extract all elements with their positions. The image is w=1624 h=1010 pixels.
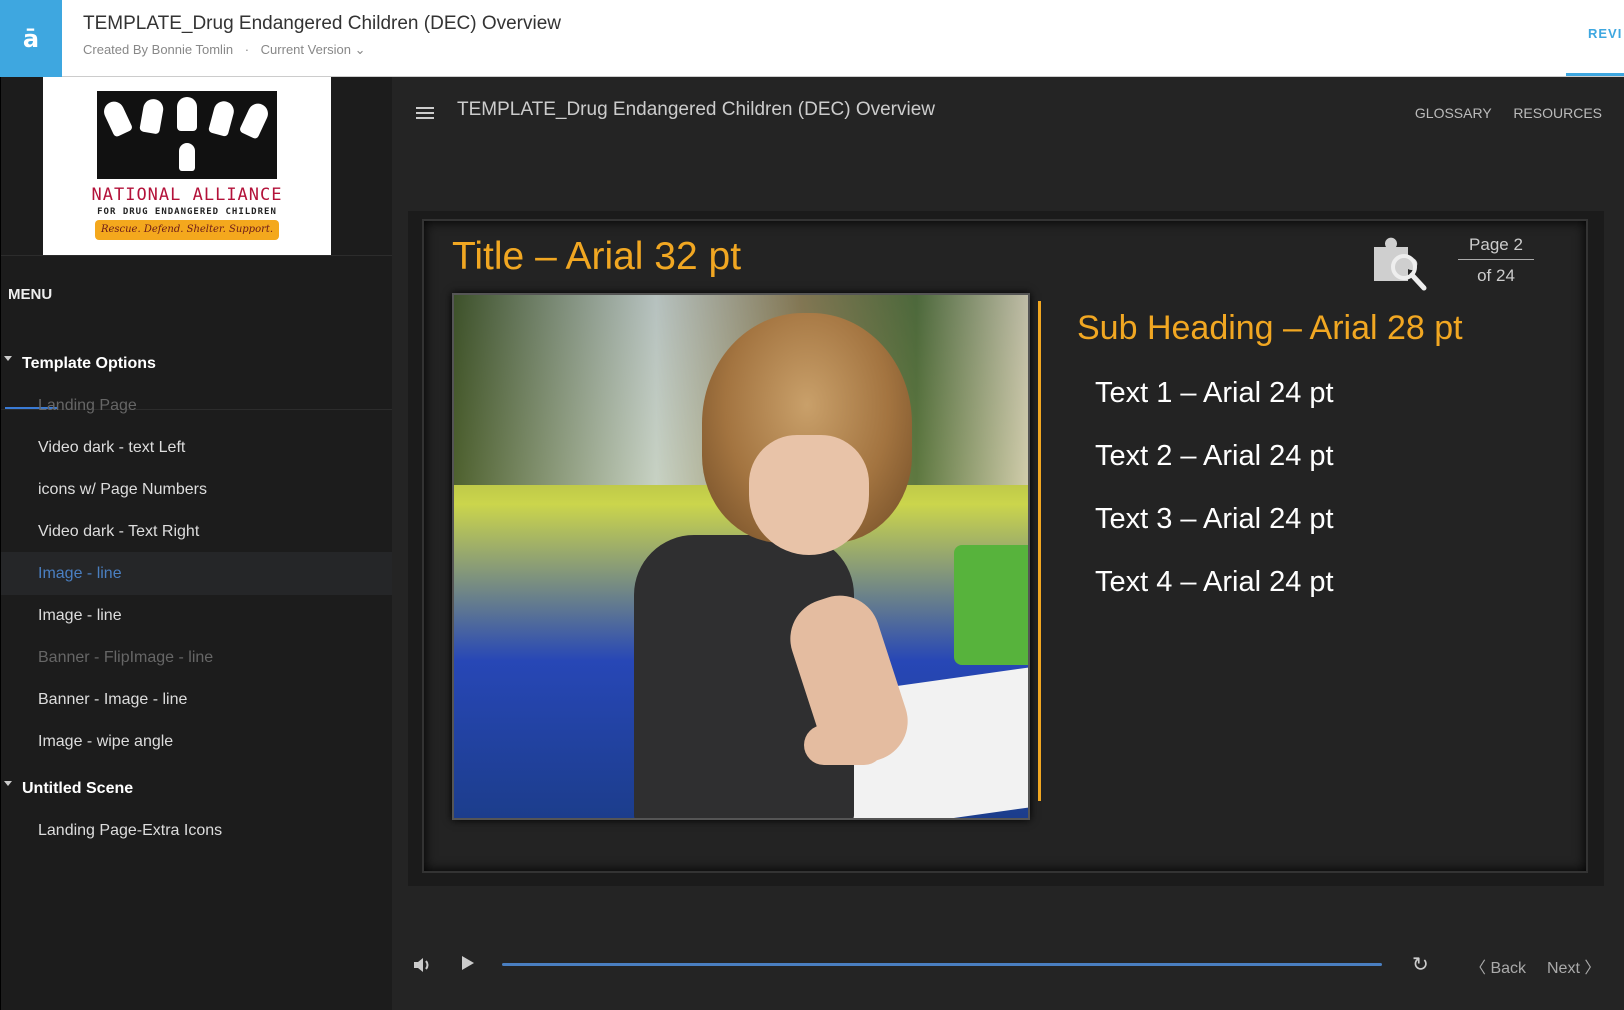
review-topbar: ā TEMPLATE_Drug Endangered Children (DEC… — [0, 0, 1624, 77]
menu-item-label: Landing Page-Extra Icons — [38, 821, 223, 839]
hand-shape — [100, 98, 134, 138]
divider — [1458, 259, 1534, 260]
resources-link[interactable]: RESOURCES — [1513, 105, 1602, 121]
review-tab[interactable]: REVI — [1588, 26, 1624, 41]
play-icon[interactable] — [462, 956, 474, 970]
menu-item[interactable]: Banner - Image - line — [1, 678, 393, 721]
text-line: Text 4 – Arial 24 pt — [1095, 566, 1334, 598]
menu-item-label: Image - line — [38, 606, 122, 624]
text-line: Text 2 – Arial 24 pt — [1095, 440, 1334, 472]
menu-item-label: Image - line — [38, 564, 122, 582]
glossary-link[interactable]: GLOSSARY — [1415, 105, 1492, 121]
menu-item-label: Untitled Scene — [22, 779, 134, 797]
project-title: TEMPLATE_Drug Endangered Children (DEC) … — [83, 13, 561, 34]
menu-item-label: icons w/ Page Numbers — [38, 480, 207, 498]
player-area: TEMPLATE_Drug Endangered Children (DEC) … — [392, 77, 1624, 1010]
text-line: Text 1 – Arial 24 pt — [1095, 377, 1334, 409]
child-hand-shape — [179, 143, 195, 171]
page-current: Page 2 — [1469, 235, 1523, 254]
menu-item-label: Video dark - text Left — [38, 438, 186, 456]
hands-logo-graphic — [97, 91, 277, 179]
page-counter: Page 2 of 24 — [1458, 235, 1534, 286]
meta-separator: · — [244, 42, 250, 57]
next-button[interactable]: Next 〉 — [1547, 954, 1600, 978]
replay-icon[interactable]: ↻ — [1412, 952, 1429, 976]
brand-tagline: Rescue. Defend. Shelter. Support. — [95, 220, 279, 240]
menu-item[interactable]: Landing Page — [1, 384, 393, 427]
accent-divider-line — [1038, 301, 1041, 801]
slide: Title – Arial 32 pt Page 2 of 24 Sub Hea… — [422, 219, 1588, 873]
menu-item-label: Landing Page — [38, 396, 137, 414]
menu-item[interactable]: Image - wipe angle — [1, 720, 393, 763]
brand-subtitle: FOR DRUG ENDANGERED CHILDREN — [97, 207, 277, 217]
photo-child-hand — [804, 725, 884, 765]
photo-child-face — [749, 435, 869, 555]
player-nav: GLOSSARY RESOURCES — [1397, 105, 1602, 121]
menu-item-active[interactable]: Image - line — [1, 552, 393, 595]
menu-item[interactable]: Image - line — [1, 594, 393, 637]
text-line: Text 3 – Arial 24 pt — [1095, 503, 1334, 535]
menu-item[interactable]: Banner - FlipImage - line — [1, 636, 393, 679]
puzzle-search-icon[interactable] — [1368, 231, 1430, 293]
menu-tab[interactable]: MENU — [8, 286, 52, 303]
caret-down-icon — [4, 356, 12, 361]
menu-item-label: Image - wipe angle — [38, 732, 174, 750]
menu-item[interactable]: Video dark - text Left — [1, 426, 393, 469]
menu-section-untitled-scene[interactable]: Untitled Scene — [1, 767, 393, 810]
hand-shape — [139, 97, 165, 135]
back-button[interactable]: 〈 Back — [1470, 954, 1526, 978]
brand-name: NATIONAL ALLIANCE — [91, 185, 283, 205]
brand-logo: NATIONAL ALLIANCE FOR DRUG ENDANGERED CH… — [43, 77, 331, 255]
course-title: TEMPLATE_Drug Endangered Children (DEC) … — [457, 99, 935, 120]
project-meta: Created By Bonnie Tomlin · Current Versi… — [83, 42, 366, 58]
menu-item-label: Banner - FlipImage - line — [38, 648, 214, 666]
menu-item-label: Banner - Image - line — [38, 690, 188, 708]
sub-heading: Sub Heading – Arial 28 pt — [1077, 309, 1463, 347]
menu-item-label: Video dark - Text Right — [38, 522, 200, 540]
version-dropdown[interactable]: Current Version ⌄ — [261, 42, 366, 57]
menu-item-label: Template Options — [22, 354, 156, 372]
player-controls: ↻ 〈 Back Next 〉 — [392, 942, 1624, 1010]
app-logo-icon[interactable]: ā — [0, 0, 62, 77]
hand-shape — [238, 100, 272, 140]
hand-shape — [207, 98, 237, 138]
slide-frame: Title – Arial 32 pt Page 2 of 24 Sub Hea… — [408, 211, 1604, 886]
hamburger-menu-icon[interactable] — [416, 107, 434, 119]
photo-green-chair — [954, 545, 1028, 665]
caret-down-icon — [4, 781, 12, 786]
menu-item[interactable]: icons w/ Page Numbers — [1, 468, 393, 511]
review-tab-indicator — [1566, 73, 1624, 76]
slide-title: Title – Arial 32 pt — [452, 235, 742, 278]
volume-icon[interactable] — [412, 956, 432, 974]
menu-item[interactable]: Video dark - Text Right — [1, 510, 393, 553]
menu-section-template-options[interactable]: Template Options — [1, 342, 393, 385]
hand-shape — [177, 97, 197, 131]
progress-bar[interactable] — [502, 963, 1382, 966]
sidebar: NATIONAL ALLIANCE FOR DRUG ENDANGERED CH… — [0, 77, 393, 1010]
menu-item[interactable]: Landing Page-Extra Icons — [1, 809, 393, 852]
child-drawing-photo — [452, 293, 1030, 820]
page-total: of 24 — [1477, 266, 1515, 285]
created-by: Created By Bonnie Tomlin — [83, 42, 234, 57]
